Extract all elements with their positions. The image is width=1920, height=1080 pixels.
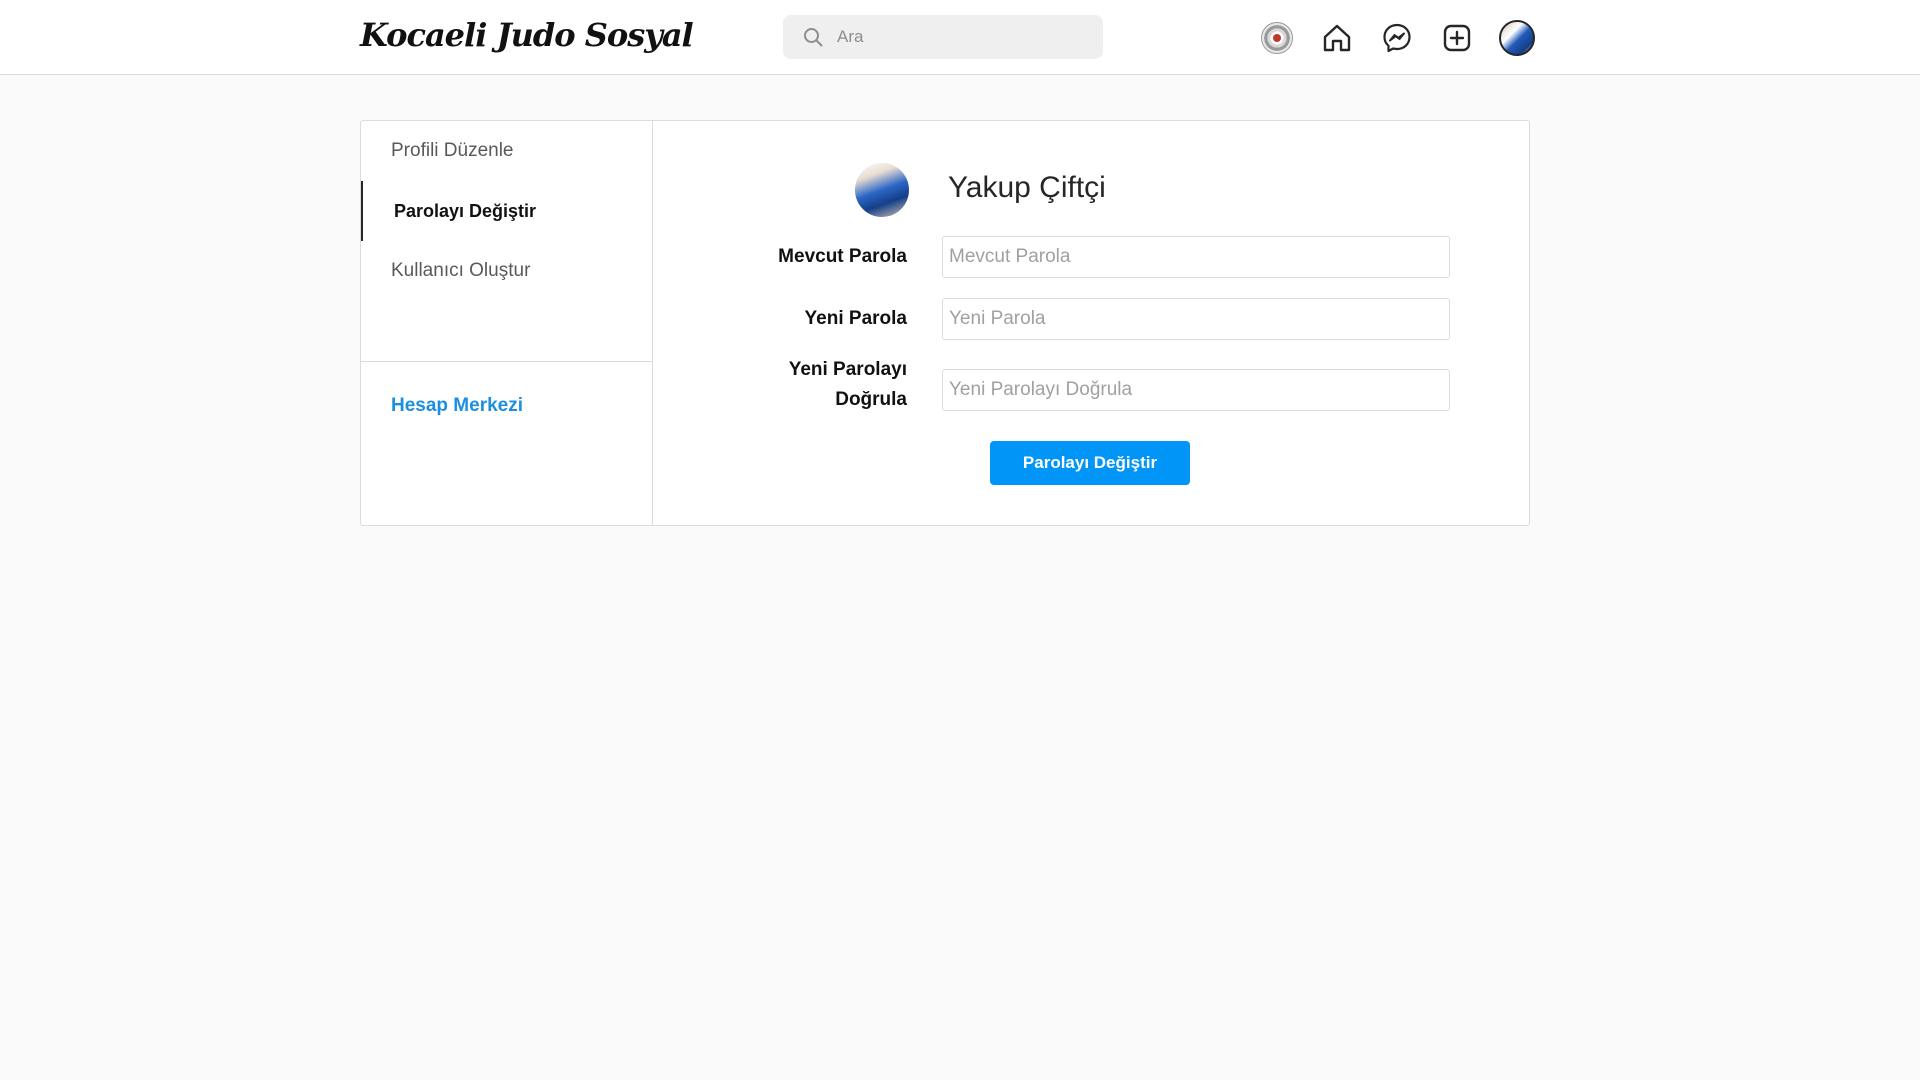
- search-icon: [803, 27, 823, 47]
- search-input[interactable]: [837, 27, 1077, 47]
- top-navbar: Kocaeli Judo Sosyal: [0, 0, 1920, 75]
- site-logo[interactable]: Kocaeli Judo Sosyal: [360, 16, 694, 54]
- club-emblem-icon[interactable]: [1258, 19, 1296, 57]
- nav-icons: [1258, 19, 1536, 57]
- navbar-inner: Kocaeli Judo Sosyal: [360, 0, 1536, 75]
- confirm-password-input[interactable]: [942, 369, 1450, 411]
- messenger-icon[interactable]: [1378, 19, 1416, 57]
- sidebar-item-create-user[interactable]: Kullanıcı Oluştur: [361, 241, 652, 301]
- current-password-input[interactable]: [942, 236, 1450, 278]
- account-center-link[interactable]: Hesap Merkezi: [391, 395, 523, 417]
- new-password-input[interactable]: [942, 298, 1450, 340]
- settings-sidebar: Profili Düzenle Parolayı Değiştir Kullan…: [361, 121, 653, 525]
- new-password-label: Yeni Parola: [804, 308, 907, 329]
- avatar[interactable]: [1498, 19, 1536, 57]
- profile-avatar[interactable]: [855, 163, 909, 217]
- emblem-badge: [1261, 22, 1293, 54]
- change-password-button[interactable]: Parolayı Değiştir: [990, 441, 1190, 485]
- confirm-password-label-line2: Doğrula: [835, 389, 907, 410]
- new-post-icon[interactable]: [1438, 19, 1476, 57]
- avatar-image: [1499, 20, 1535, 56]
- sidebar-divider: [361, 361, 652, 362]
- sidebar-item-edit-profile[interactable]: Profili Düzenle: [361, 121, 652, 181]
- search-box[interactable]: [783, 15, 1103, 59]
- confirm-password-label-line1: Yeni Parolayı: [788, 359, 907, 380]
- change-password-panel: Yakup Çiftçi Mevcut Parola Yeni Parola Y…: [653, 121, 1529, 525]
- profile-name: Yakup Çiftçi: [948, 171, 1106, 204]
- settings-card: Profili Düzenle Parolayı Değiştir Kullan…: [360, 120, 1530, 526]
- confirm-password-label: Yeni Parolayı Doğrula: [789, 355, 907, 415]
- current-password-label: Mevcut Parola: [778, 246, 907, 267]
- home-icon[interactable]: [1318, 19, 1356, 57]
- sidebar-item-change-password[interactable]: Parolayı Değiştir: [361, 181, 652, 241]
